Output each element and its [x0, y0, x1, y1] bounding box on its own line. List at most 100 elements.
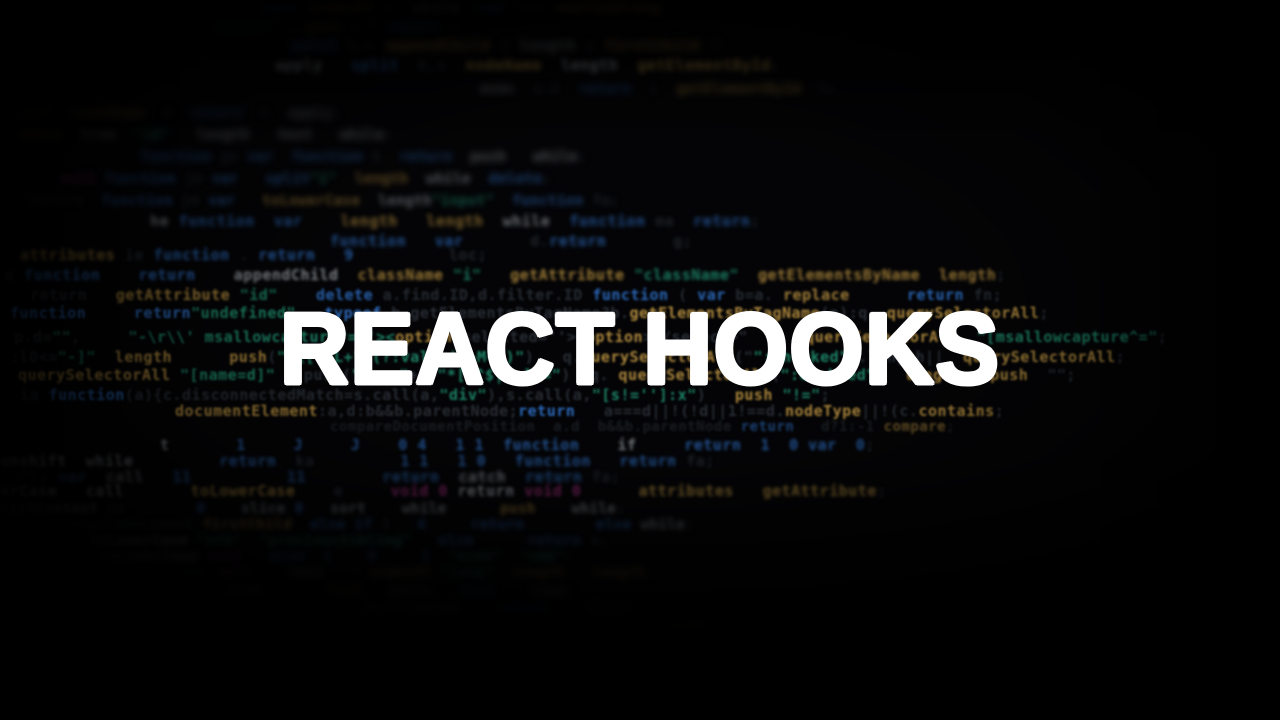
- code-token: fa;: [583, 193, 620, 209]
- code-line: return getAttribute "id" delete a.find.I…: [30, 288, 1002, 303]
- code-token: getAttribute: [510, 266, 625, 284]
- code-token: e: [5, 266, 25, 284]
- code-token: g;: [439, 19, 467, 35]
- code-token: option: [395, 328, 453, 346]
- code-token: ;: [946, 419, 956, 435]
- code-line: div" "nodeName a return b apply;: [20, 106, 342, 120]
- code-token: function: [512, 193, 584, 209]
- code-token: null: [60, 171, 96, 187]
- code-token: return: [189, 105, 244, 121]
- code-line: unshift while return ka 1 1 1 0 function…: [0, 454, 715, 469]
- code-token: getAttribute: [115, 286, 231, 304]
- code-token: 3: [372, 517, 418, 533]
- code-token: querySelectorAll: [886, 304, 1040, 322]
- code-token: );: [660, 0, 680, 16]
- code-token: "object": [207, 19, 279, 35]
- code-token: "i": [452, 266, 482, 284]
- code-token: function: [48, 386, 125, 404]
- code-token: toLowerCase: [90, 533, 189, 549]
- code-token: return: [906, 286, 965, 304]
- code-token: option: [585, 328, 644, 346]
- code-token: querySelectorAll: [805, 328, 958, 346]
- code-token: return: [619, 452, 677, 470]
- code-token: querySelectorAll: [963, 348, 1116, 366]
- code-token: return: [398, 149, 453, 165]
- code-line: apply split b,c nodeName length getEleme…: [275, 58, 780, 73]
- code-token: length: [560, 56, 619, 74]
- code-line: e function return appendChild className …: [5, 268, 1006, 283]
- code-token: ;: [566, 583, 576, 599]
- code-token: "undefined": [191, 304, 296, 322]
- code-token: while: [426, 171, 471, 187]
- code-token: a,b: [406, 639, 469, 655]
- code-token: nodeType: [785, 402, 862, 420]
- code-token: loc;: [353, 246, 488, 264]
- code-token: return: [496, 601, 551, 617]
- code-token: find: [325, 583, 361, 599]
- code-token: b=a.: [725, 286, 783, 304]
- code-token: b,c: [398, 56, 466, 74]
- code-token: var: [211, 171, 239, 187]
- code-token: else: [438, 533, 474, 549]
- code-token: ||!(c.: [861, 402, 919, 420]
- code-token: function: [178, 212, 255, 230]
- code-token: querySelectorAll: [618, 366, 771, 384]
- code-token: ;: [384, 127, 394, 143]
- code-line: function return"undefined" typeof b.getE…: [10, 306, 1049, 321]
- code-token: compare: [883, 419, 947, 435]
- code-token: slice: [241, 501, 286, 517]
- code-token: ;: [332, 105, 342, 121]
- code-token: void 0: [524, 482, 582, 500]
- code-line: null function je var split"i" length whi…: [60, 172, 551, 186]
- code-token: return: [693, 212, 751, 230]
- code-token: length: [657, 619, 712, 635]
- code-token: e: [295, 482, 391, 500]
- code-line: "string" c.nodeType, "object" d.push e,f…: [20, 20, 467, 34]
- code-token: toLowerCase: [110, 565, 218, 581]
- code-token: length: [518, 36, 576, 54]
- code-token: return: [258, 246, 316, 264]
- code-token: b c;: [615, 659, 679, 675]
- code-token: null: [260, 0, 299, 16]
- code-token: var: [808, 436, 837, 454]
- code-token: "i": [310, 171, 337, 187]
- code-token: (a):q.: [820, 304, 887, 322]
- code-token: ;: [1115, 348, 1126, 366]
- code-token: length: [114, 348, 173, 366]
- code-token: getElementById: [637, 56, 771, 74]
- code-token: ;: [996, 266, 1006, 284]
- code-token: hasOwn: [300, 601, 363, 617]
- code-line: documentElement:a,d:b&&b.parentNode;retu…: [175, 404, 1004, 419]
- code-token: return: [133, 304, 192, 322]
- code-token: "*[*^$|!~]?=": [437, 366, 562, 384]
- code-token: return: [30, 193, 102, 209]
- code-token: "even": [448, 549, 502, 565]
- code-token: exec: [480, 81, 516, 97]
- code-token: ;: [577, 149, 587, 165]
- code-line: split b,c appendChild d length e firstCh…: [290, 38, 728, 53]
- code-token: a,b: [515, 81, 579, 97]
- code-line: he function var length length while func…: [150, 214, 760, 229]
- code-token: contains: [918, 402, 995, 420]
- code-token: "": [52, 328, 72, 346]
- code-token: b,c: [337, 36, 386, 54]
